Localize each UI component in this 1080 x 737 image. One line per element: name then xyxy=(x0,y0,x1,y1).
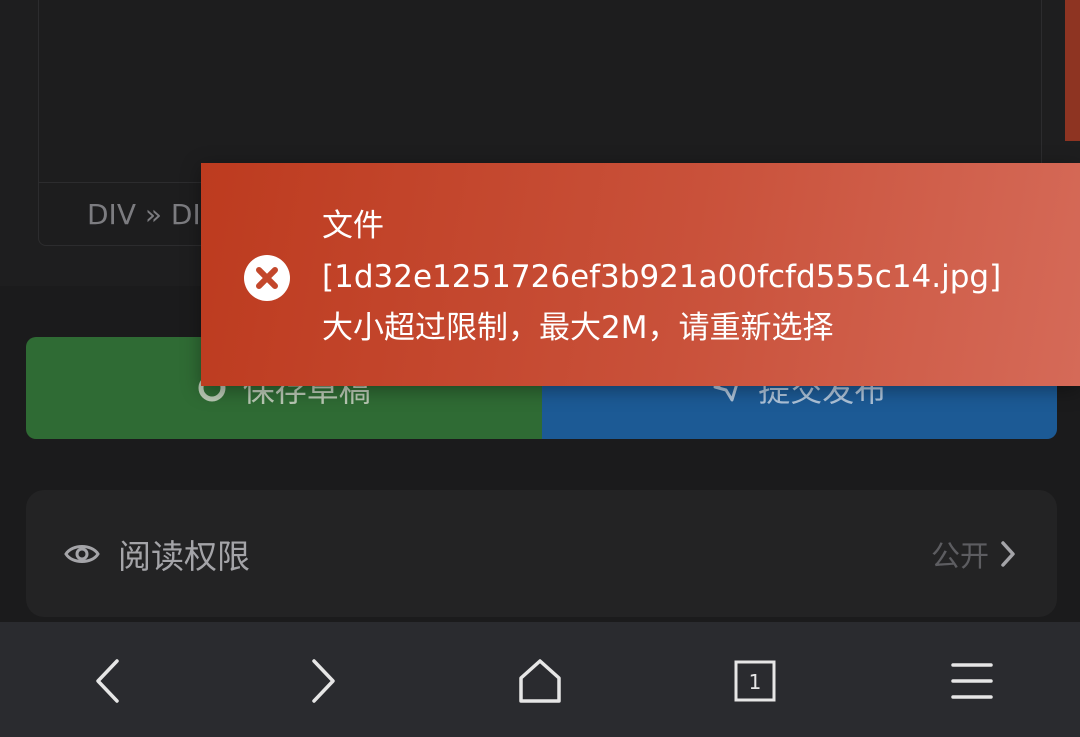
tab-count: 1 xyxy=(749,670,762,694)
home-icon xyxy=(519,659,561,703)
chevron-right-icon xyxy=(1001,540,1015,567)
error-circle-icon xyxy=(244,255,290,301)
read-permission-row[interactable]: 阅读权限 公开 xyxy=(26,490,1057,617)
tabs-button[interactable]: 1 xyxy=(725,651,785,711)
forward-icon xyxy=(312,659,335,703)
eye-icon xyxy=(64,544,100,563)
menu-button[interactable] xyxy=(942,651,1002,711)
side-accent-strip xyxy=(1065,0,1080,141)
home-button[interactable] xyxy=(510,651,570,711)
read-permission-value: 公开 xyxy=(930,538,989,573)
error-toast: 文件 [1d32e1251726ef3b921a00fcfd555c14.jpg… xyxy=(201,163,1080,386)
back-icon xyxy=(96,659,119,703)
browser-navbar: 1 xyxy=(0,622,1080,737)
menu-icon xyxy=(951,663,993,699)
forward-button[interactable] xyxy=(293,651,353,711)
read-permission-title: 阅读权限 xyxy=(118,536,250,576)
back-button[interactable] xyxy=(78,651,138,711)
toast-message: 文件 [1d32e1251726ef3b921a00fcfd555c14.jpg… xyxy=(322,208,1002,346)
tabs-icon: 1 xyxy=(734,660,776,702)
